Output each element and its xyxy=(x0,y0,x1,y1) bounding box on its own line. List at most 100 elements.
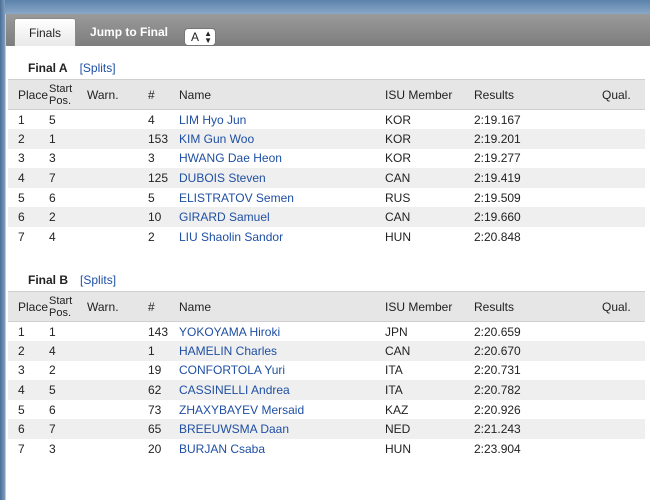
cell-result: 2:20.731 xyxy=(474,360,602,381)
cell-place: 5 xyxy=(8,187,49,208)
cell-result: 2:23.904 xyxy=(474,439,602,459)
tab-bar: Finals Jump to Final A ▲ ▼ xyxy=(6,14,650,46)
col-place: Place xyxy=(8,79,49,110)
athlete-name-link[interactable]: KIM Gun Woo xyxy=(179,129,385,149)
table-row: 7 4 2 LIU Shaolin Sandor HUN 2:20.848 xyxy=(8,227,645,247)
cell-qual xyxy=(602,187,645,208)
col-place: Place xyxy=(8,291,49,322)
window-top-edge xyxy=(0,0,650,14)
table-row: 6 2 10 GIRARD Samuel CAN 2:19.660 xyxy=(8,207,645,228)
results-table: Place Start Pos. Warn. # Name ISU Member … xyxy=(8,291,645,459)
athlete-name-link[interactable]: ELISTRATOV Semen xyxy=(179,187,385,208)
cell-place: 2 xyxy=(8,129,49,149)
cell-number: 4 xyxy=(148,109,179,130)
cell-place: 7 xyxy=(8,439,49,459)
cell-result: 2:21.243 xyxy=(474,419,602,440)
cell-isu-member: ITA xyxy=(385,380,474,400)
cell-number: 73 xyxy=(148,399,179,420)
cell-number: 153 xyxy=(148,129,179,149)
final-title-text: Final A xyxy=(28,61,68,75)
table-row: 3 3 3 HWANG Dae Heon KOR 2:19.277 xyxy=(8,148,645,169)
cell-qual xyxy=(602,207,645,228)
table-row: 4 5 62 CASSINELLI Andrea ITA 2:20.782 xyxy=(8,380,645,400)
athlete-name-link[interactable]: YOKOYAMA Hiroki xyxy=(179,321,385,342)
cell-place: 4 xyxy=(8,380,49,400)
athlete-name-link[interactable]: LIM Hyo Jun xyxy=(179,109,385,130)
cell-isu-member: HUN xyxy=(385,439,474,459)
updown-arrows-icon: ▲ ▼ xyxy=(204,29,213,45)
cell-number: 62 xyxy=(148,380,179,400)
cell-isu-member: CAN xyxy=(385,168,474,188)
col-warn: Warn. xyxy=(87,291,148,322)
cell-number: 5 xyxy=(148,187,179,208)
table-row: 1 1 143 YOKOYAMA Hiroki JPN 2:20.659 xyxy=(8,321,645,342)
athlete-name-link[interactable]: BREEUWSMA Daan xyxy=(179,419,385,440)
athlete-name-link[interactable]: BURJAN Csaba xyxy=(179,439,385,459)
cell-place: 7 xyxy=(8,227,49,247)
cell-warn xyxy=(87,187,148,208)
athlete-name-link[interactable]: LIU Shaolin Sandor xyxy=(179,227,385,247)
cell-qual xyxy=(602,380,645,400)
cell-number: 65 xyxy=(148,419,179,440)
cell-start-pos: 3 xyxy=(49,439,87,459)
cell-isu-member: NED xyxy=(385,419,474,440)
cell-isu-member: KAZ xyxy=(385,399,474,420)
cell-result: 2:20.670 xyxy=(474,341,602,361)
col-name: Name xyxy=(179,291,385,322)
col-number: # xyxy=(148,79,179,110)
cell-qual xyxy=(602,419,645,440)
table-row: 2 1 153 KIM Gun Woo KOR 2:19.201 xyxy=(8,129,645,149)
cell-result: 2:19.509 xyxy=(474,187,602,208)
final-title: Final B [Splits] xyxy=(8,272,645,288)
results-table: Place Start Pos. Warn. # Name ISU Member … xyxy=(8,79,645,247)
cell-start-pos: 6 xyxy=(49,399,87,420)
athlete-name-link[interactable]: CASSINELLI Andrea xyxy=(179,380,385,400)
cell-result: 2:19.660 xyxy=(474,207,602,228)
cell-start-pos: 2 xyxy=(49,360,87,381)
cell-qual xyxy=(602,341,645,361)
cell-place: 1 xyxy=(8,321,49,342)
cell-result: 2:19.201 xyxy=(474,129,602,149)
cell-qual xyxy=(602,129,645,149)
cell-qual xyxy=(602,148,645,169)
cell-result: 2:19.167 xyxy=(474,109,602,130)
cell-result: 2:20.782 xyxy=(474,380,602,400)
athlete-name-link[interactable]: HWANG Dae Heon xyxy=(179,148,385,169)
cell-place: 6 xyxy=(8,207,49,228)
cell-isu-member: KOR xyxy=(385,148,474,169)
cell-place: 6 xyxy=(8,419,49,440)
tab-finals[interactable]: Finals xyxy=(14,18,77,46)
athlete-name-link[interactable]: ZHAXYBAYEV Mersaid xyxy=(179,399,385,420)
cell-number: 1 xyxy=(148,341,179,361)
cell-isu-member: CAN xyxy=(385,341,474,361)
cell-qual xyxy=(602,439,645,459)
cell-warn xyxy=(87,380,148,400)
cell-warn xyxy=(87,439,148,459)
athlete-name-link[interactable]: HAMELIN Charles xyxy=(179,341,385,361)
cell-qual xyxy=(602,109,645,130)
cell-place: 3 xyxy=(8,360,49,381)
athlete-name-link[interactable]: GIRARD Samuel xyxy=(179,207,385,228)
splits-link[interactable]: [Splits] xyxy=(80,61,116,75)
cell-place: 3 xyxy=(8,148,49,169)
cell-isu-member: RUS xyxy=(385,187,474,208)
athlete-name-link[interactable]: DUBOIS Steven xyxy=(179,168,385,188)
final-select[interactable]: A ▲ ▼ xyxy=(184,28,217,46)
cell-number: 10 xyxy=(148,207,179,228)
col-results: Results xyxy=(474,79,602,110)
athlete-name-link[interactable]: CONFORTOLA Yuri xyxy=(179,360,385,381)
cell-warn xyxy=(87,321,148,342)
cell-result: 2:20.659 xyxy=(474,321,602,342)
col-warn: Warn. xyxy=(87,79,148,110)
final-select-value: A xyxy=(191,30,200,44)
table-header-row: Place Start Pos. Warn. # Name ISU Member … xyxy=(8,291,645,322)
cell-warn xyxy=(87,207,148,228)
cell-number: 143 xyxy=(148,321,179,342)
table-row: 2 4 1 HAMELIN Charles CAN 2:20.670 xyxy=(8,341,645,361)
col-qual: Qual. xyxy=(602,79,645,110)
col-start-pos: Start Pos. xyxy=(49,79,87,110)
cell-isu-member: ITA xyxy=(385,360,474,381)
splits-link[interactable]: [Splits] xyxy=(80,273,116,287)
cell-isu-member: HUN xyxy=(385,227,474,247)
cell-warn xyxy=(87,168,148,188)
